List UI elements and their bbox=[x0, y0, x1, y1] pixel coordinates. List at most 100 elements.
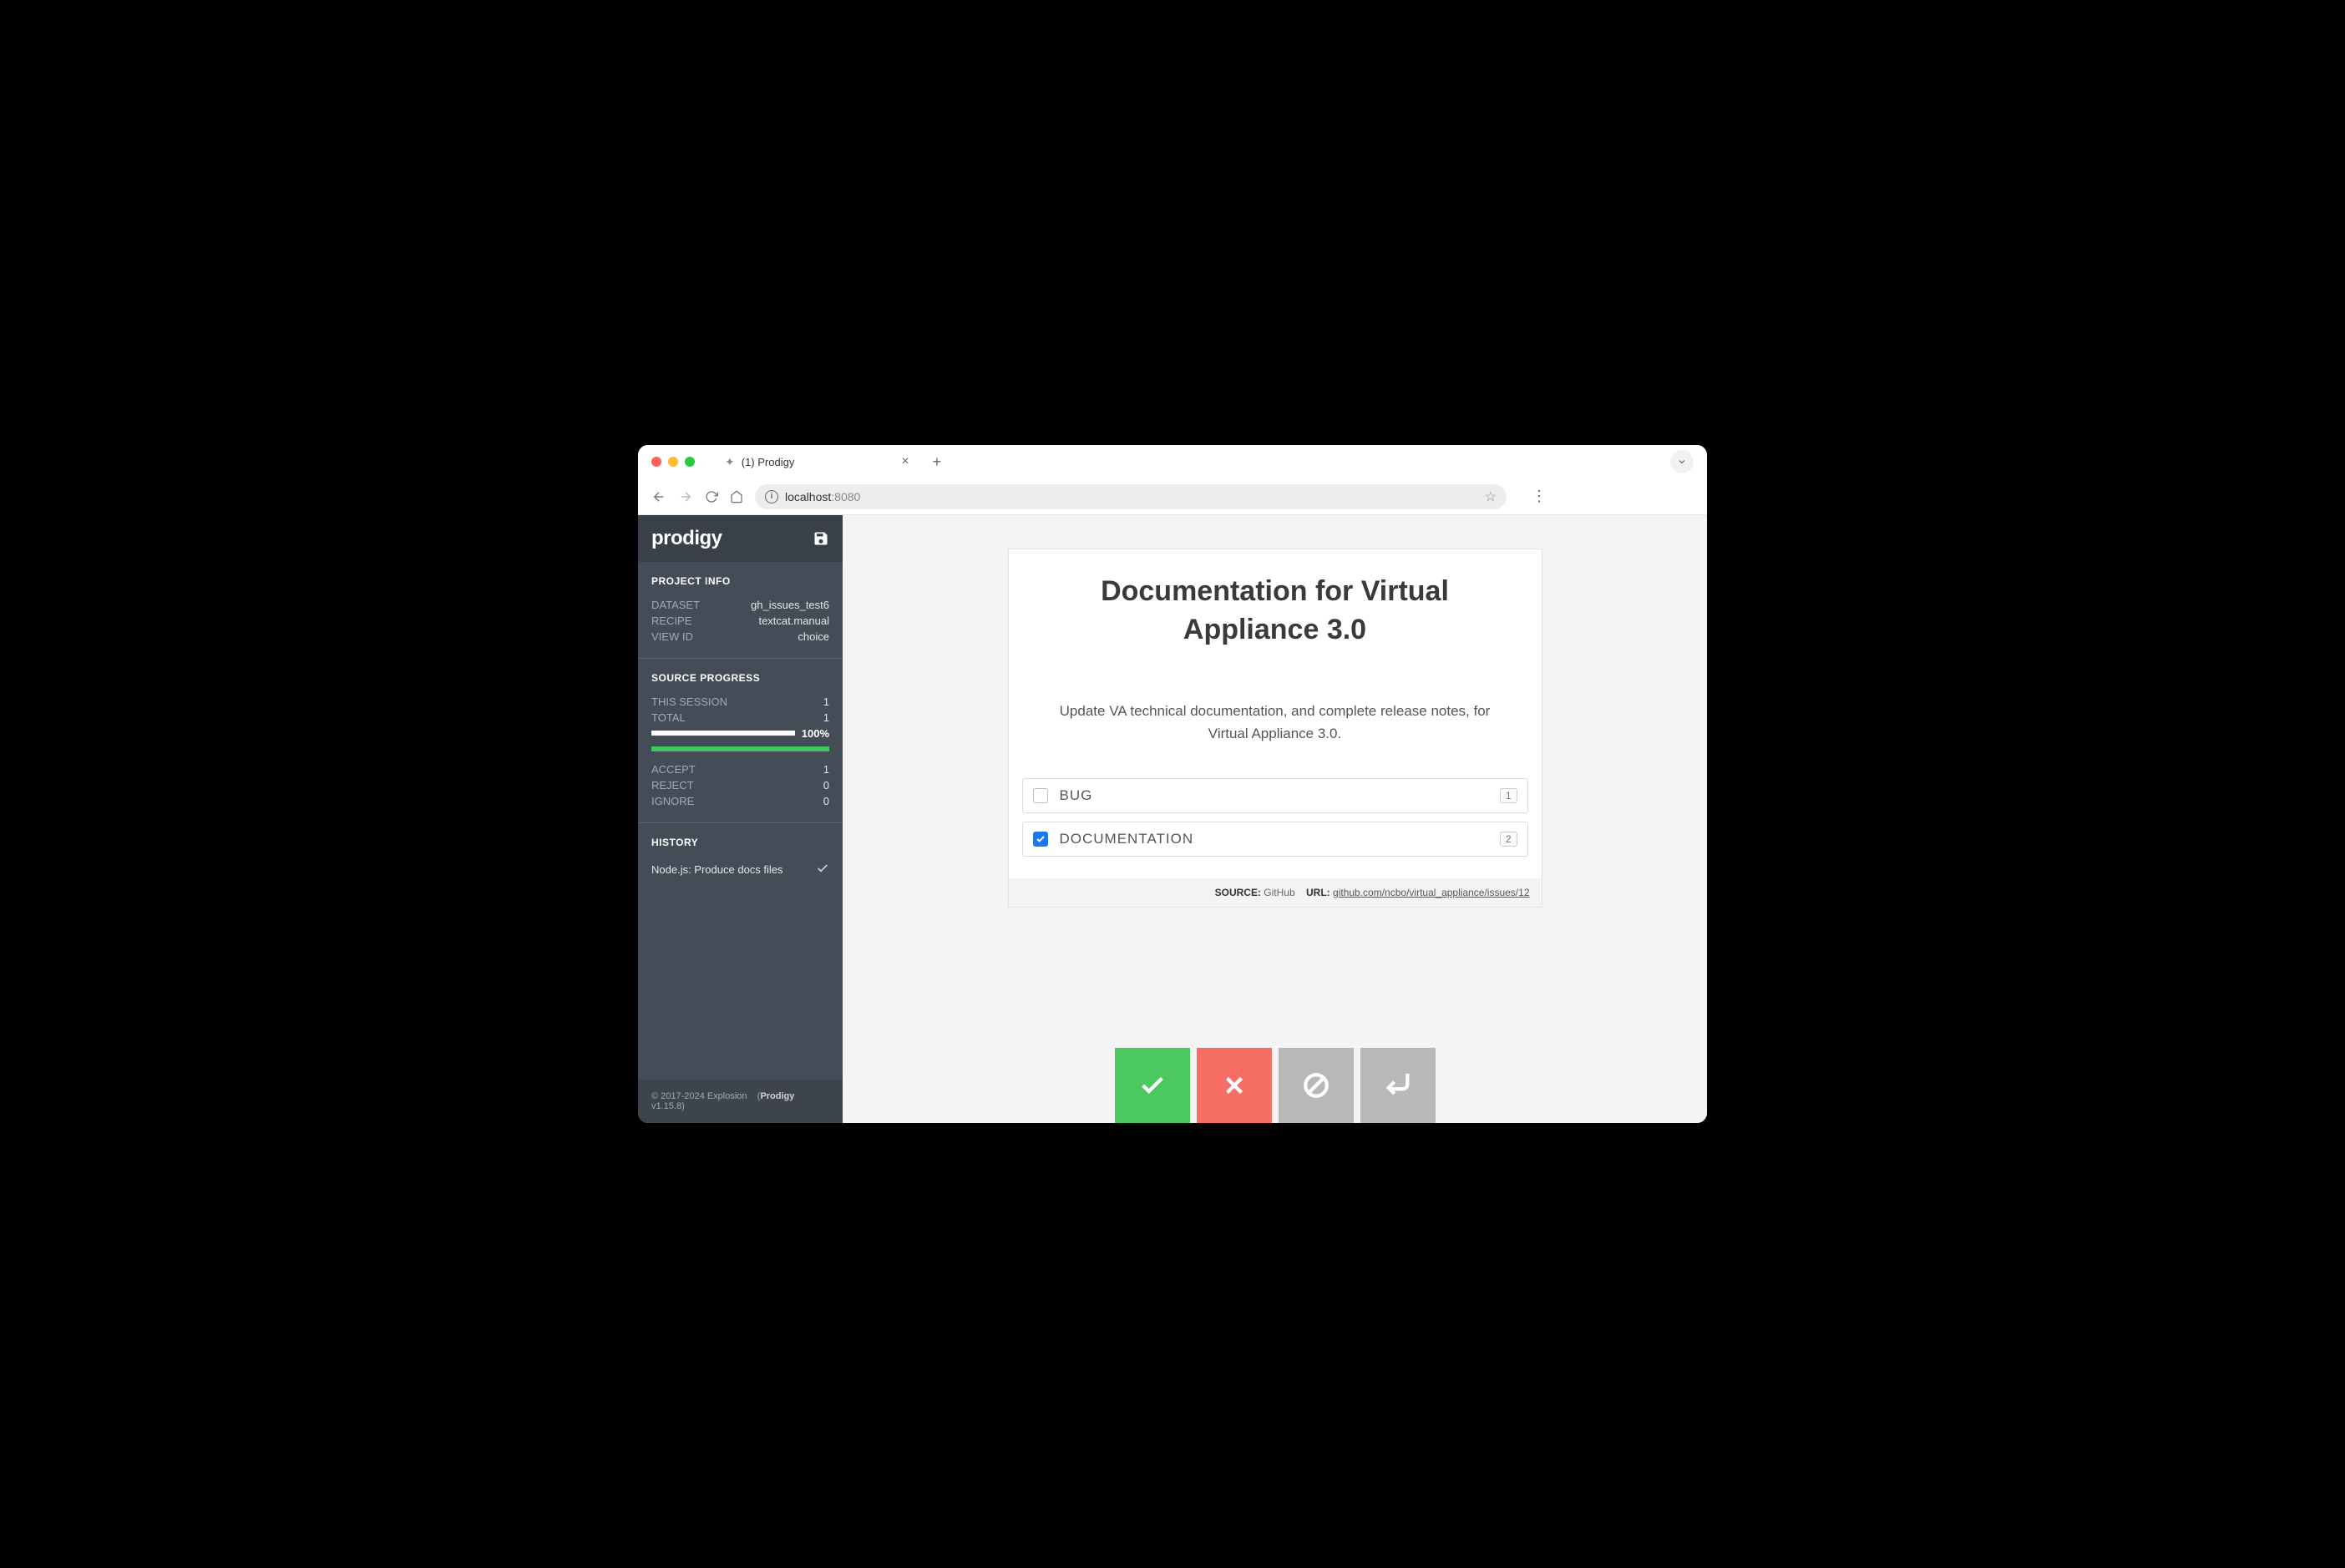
close-window-button[interactable] bbox=[651, 457, 661, 467]
ignore-label: IGNORE bbox=[651, 795, 694, 807]
check-icon bbox=[816, 862, 829, 878]
check-icon bbox=[1036, 834, 1046, 844]
home-icon bbox=[730, 490, 743, 503]
accept-label: ACCEPT bbox=[651, 763, 696, 776]
save-button[interactable] bbox=[813, 530, 829, 547]
url-bar[interactable]: i localhost:8080 ☆ bbox=[755, 484, 1507, 509]
reload-button[interactable] bbox=[705, 490, 718, 503]
progress-bar bbox=[651, 731, 795, 736]
history-item[interactable]: Node.js: Produce docs files bbox=[651, 858, 829, 881]
checkbox-icon bbox=[1033, 832, 1048, 847]
sparkle-icon: ✦ bbox=[725, 455, 735, 469]
copyright: © 2017-2024 Explosion bbox=[651, 1091, 747, 1101]
source-progress-section: SOURCE PROGRESS THIS SESSION 1 TOTAL 1 1… bbox=[638, 659, 843, 823]
checkbox-icon bbox=[1033, 788, 1048, 803]
reject-row: REJECT 0 bbox=[651, 777, 829, 793]
back-button[interactable] bbox=[651, 489, 666, 504]
product-name: Prodigy bbox=[760, 1091, 794, 1101]
traffic-lights bbox=[651, 457, 695, 467]
product-version: v1.15.8) bbox=[651, 1101, 685, 1111]
sidebar-footer: © 2017-2024 Explosion (Prodigy v1.15.8) bbox=[638, 1080, 843, 1123]
minimize-window-button[interactable] bbox=[668, 457, 678, 467]
total-row: TOTAL 1 bbox=[651, 710, 829, 726]
source-label: SOURCE: bbox=[1215, 887, 1261, 898]
history-title: HISTORY bbox=[651, 837, 829, 848]
task-body: Update VA technical documentation, and c… bbox=[1009, 658, 1542, 778]
choice-key: 1 bbox=[1500, 788, 1517, 803]
ban-icon bbox=[1302, 1071, 1330, 1100]
task-card: Documentation for Virtual Appliance 3.0 … bbox=[1008, 549, 1542, 908]
accept-bar bbox=[651, 746, 829, 751]
browser-window: ✦ (1) Prodigy × + i localhost:8080 ☆ ⋮ bbox=[638, 445, 1707, 1123]
accept-button[interactable] bbox=[1115, 1048, 1190, 1123]
logo: prodigy bbox=[651, 527, 722, 550]
task-meta: SOURCE: GitHub URL: github.com/ncbo/virt… bbox=[1009, 878, 1542, 907]
session-row: THIS SESSION 1 bbox=[651, 694, 829, 710]
new-tab-button[interactable]: + bbox=[933, 453, 942, 471]
choices: BUG 1 DOCUMENTATION 2 bbox=[1009, 778, 1542, 878]
sidebar: prodigy PROJECT INFO DATASET gh_issues_t… bbox=[638, 515, 843, 1123]
dataset-row: DATASET gh_issues_test6 bbox=[651, 597, 829, 613]
viewid-value: choice bbox=[798, 630, 829, 643]
total-label: TOTAL bbox=[651, 711, 686, 724]
ignore-value: 0 bbox=[823, 795, 829, 807]
reload-icon bbox=[705, 490, 718, 503]
x-icon bbox=[1220, 1071, 1248, 1100]
progress-percent: 100% bbox=[802, 727, 829, 740]
url-host: localhost bbox=[785, 490, 831, 503]
choice-label: DOCUMENTATION bbox=[1060, 831, 1194, 847]
toolbar: i localhost:8080 ☆ ⋮ bbox=[638, 478, 1707, 515]
sidebar-header: prodigy bbox=[638, 515, 843, 562]
close-tab-button[interactable]: × bbox=[901, 454, 909, 469]
maximize-window-button[interactable] bbox=[685, 457, 695, 467]
source-url-link[interactable]: github.com/ncbo/virtual_appliance/issues… bbox=[1333, 887, 1529, 898]
choice-documentation[interactable]: DOCUMENTATION 2 bbox=[1022, 822, 1528, 857]
recipe-value: textcat.manual bbox=[758, 615, 829, 627]
total-value: 1 bbox=[823, 711, 829, 724]
source-value: GitHub bbox=[1264, 887, 1294, 898]
recipe-label: RECIPE bbox=[651, 615, 691, 627]
undo-button[interactable] bbox=[1360, 1048, 1436, 1123]
app: prodigy PROJECT INFO DATASET gh_issues_t… bbox=[638, 515, 1707, 1123]
action-bar bbox=[1115, 1048, 1436, 1123]
main: Documentation for Virtual Appliance 3.0 … bbox=[843, 515, 1707, 1123]
reject-button[interactable] bbox=[1197, 1048, 1272, 1123]
dataset-value: gh_issues_test6 bbox=[751, 599, 829, 611]
history-item-text: Node.js: Produce docs files bbox=[651, 863, 783, 876]
session-label: THIS SESSION bbox=[651, 695, 727, 708]
project-info-title: PROJECT INFO bbox=[651, 575, 829, 587]
chevron-down-icon bbox=[1677, 457, 1687, 467]
history-section: HISTORY Node.js: Produce docs files bbox=[638, 823, 843, 894]
tab-title: (1) Prodigy bbox=[742, 456, 795, 468]
task-title: Documentation for Virtual Appliance 3.0 bbox=[1009, 549, 1542, 658]
accept-value: 1 bbox=[823, 763, 829, 776]
site-info-icon[interactable]: i bbox=[765, 490, 778, 503]
ignore-row: IGNORE 0 bbox=[651, 793, 829, 809]
forward-button[interactable] bbox=[678, 489, 693, 504]
accept-row: ACCEPT 1 bbox=[651, 761, 829, 777]
return-icon bbox=[1384, 1071, 1412, 1100]
tabs-dropdown-button[interactable] bbox=[1670, 450, 1694, 473]
reject-value: 0 bbox=[823, 779, 829, 792]
choice-key: 2 bbox=[1500, 832, 1517, 847]
dataset-label: DATASET bbox=[651, 599, 700, 611]
session-value: 1 bbox=[823, 695, 829, 708]
browser-tab[interactable]: ✦ (1) Prodigy × bbox=[715, 445, 919, 478]
bookmark-button[interactable]: ☆ bbox=[1485, 488, 1497, 505]
browser-menu-button[interactable]: ⋮ bbox=[1532, 488, 1547, 505]
url-label: URL: bbox=[1306, 887, 1330, 898]
ignore-button[interactable] bbox=[1279, 1048, 1354, 1123]
arrow-left-icon bbox=[651, 489, 666, 504]
recipe-row: RECIPE textcat.manual bbox=[651, 613, 829, 629]
check-icon bbox=[1138, 1071, 1167, 1100]
save-icon bbox=[813, 530, 829, 547]
reject-label: REJECT bbox=[651, 779, 694, 792]
url-port: :8080 bbox=[831, 490, 860, 503]
arrow-right-icon bbox=[678, 489, 693, 504]
choice-bug[interactable]: BUG 1 bbox=[1022, 778, 1528, 813]
viewid-label: VIEW ID bbox=[651, 630, 693, 643]
source-progress-title: SOURCE PROGRESS bbox=[651, 672, 829, 684]
home-button[interactable] bbox=[730, 490, 743, 503]
titlebar: ✦ (1) Prodigy × + bbox=[638, 445, 1707, 478]
choice-label: BUG bbox=[1060, 787, 1093, 804]
